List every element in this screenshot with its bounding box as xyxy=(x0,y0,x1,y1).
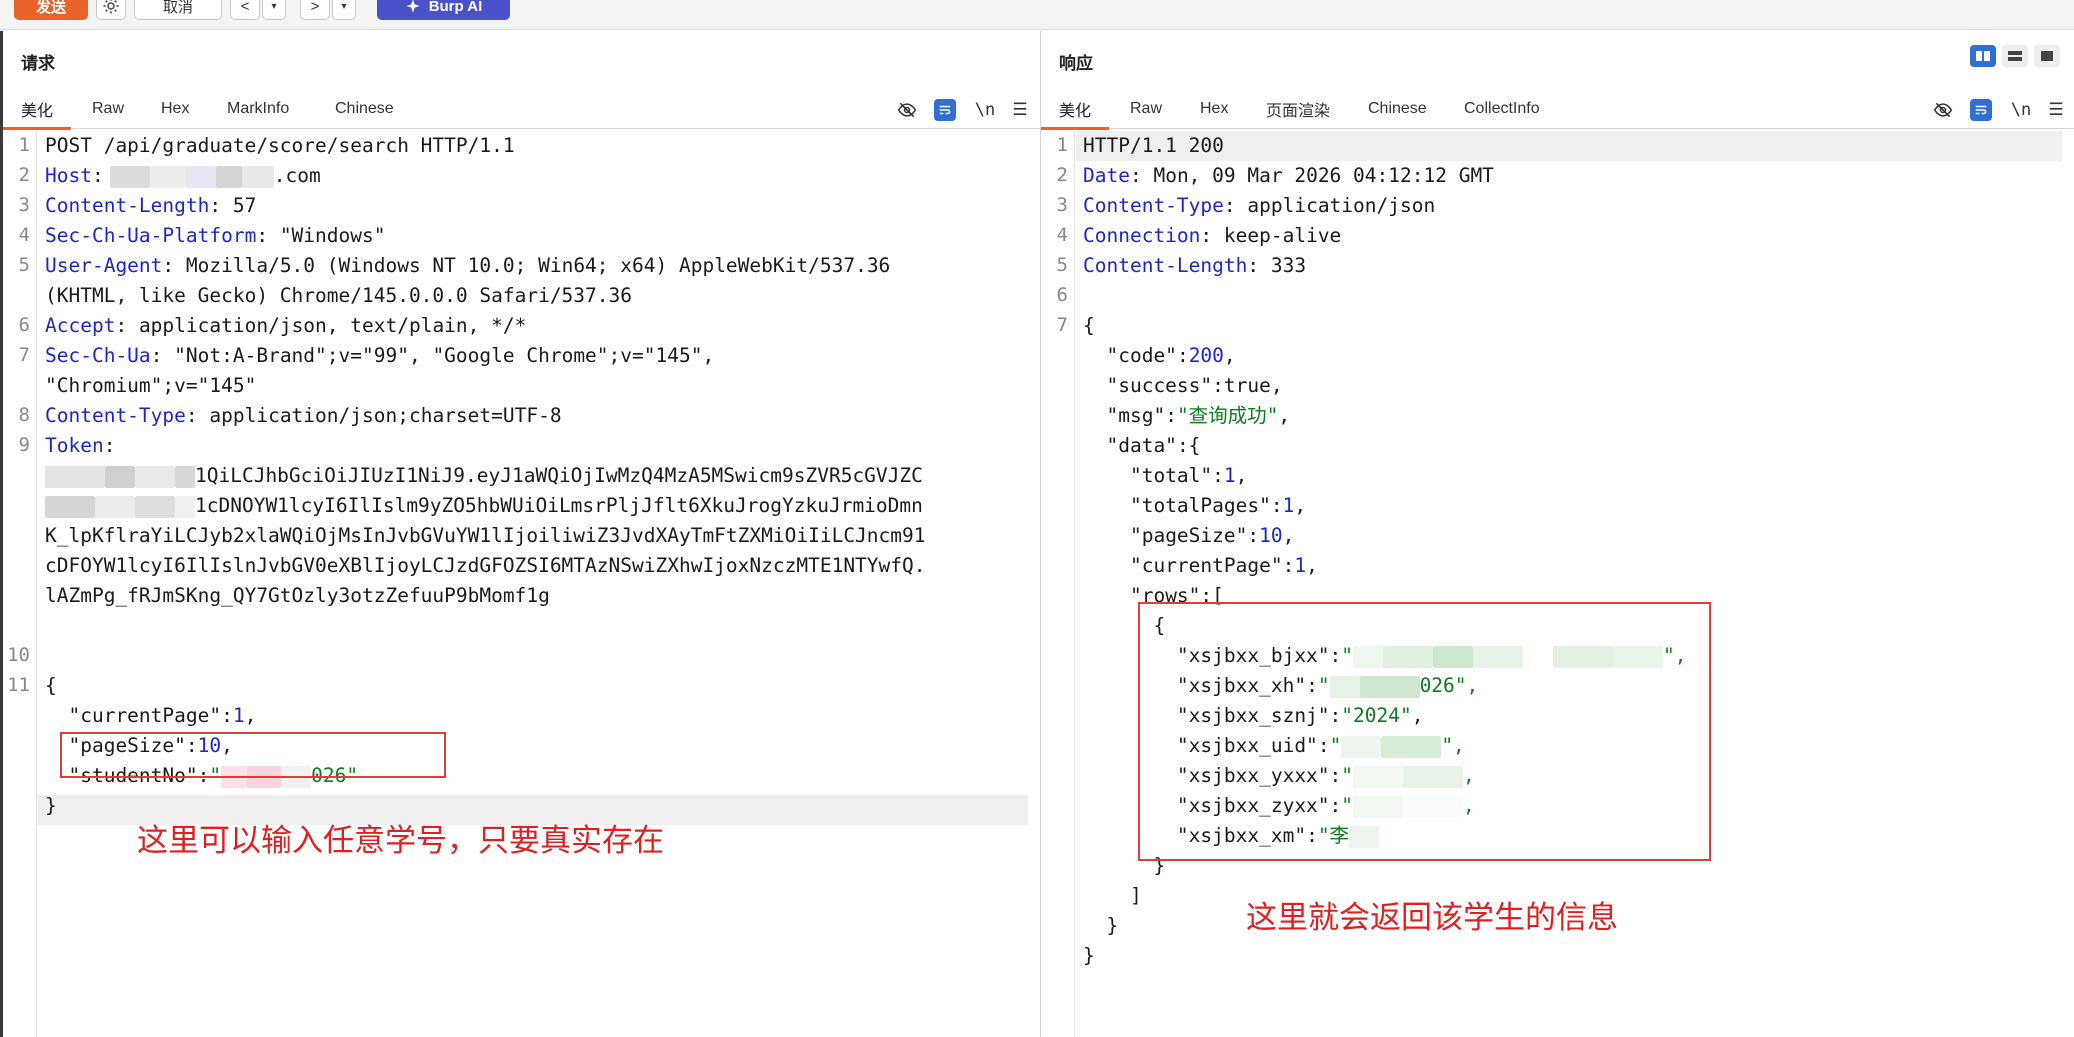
body-line: { xyxy=(45,674,57,697)
header-line: Content-Type: application/json;charset=U… xyxy=(45,404,562,427)
menu-icon[interactable]: ☰ xyxy=(1010,99,1030,121)
gear-icon xyxy=(103,0,119,14)
header-line-continued: "Chromium";v="145" xyxy=(45,374,257,397)
request-editor[interactable]: 1 2 3 4 5 6 7 8 9 10 11 POST /api/gradua… xyxy=(3,131,1040,1037)
newline-icon[interactable]: \n xyxy=(974,99,996,121)
request-panel: 请求 美化 Raw Hex MarkInfo Chinese \n ☰ 1 2 … xyxy=(0,31,1040,1037)
body-line: } xyxy=(45,794,57,817)
json-line: ] xyxy=(1129,884,1142,907)
json-line: "currentPage":1, xyxy=(1129,554,1318,577)
header-line: Connection: keep-alive xyxy=(1083,224,1342,247)
json-line: "code":200, xyxy=(1106,344,1236,367)
response-tab-collectinfo[interactable]: CollectInfo xyxy=(1464,89,1540,129)
response-annotation: 这里就会返回该学生的信息 xyxy=(1246,900,1618,936)
header-line: User-Agent: Mozilla/5.0 (Windows NT 10.0… xyxy=(45,254,891,277)
header-line: Content-Length: 333 xyxy=(1083,254,1307,277)
response-tab-pretty[interactable]: 美化 xyxy=(1040,89,1110,130)
header-line: Sec-Ch-Ua-Platform: "Windows" xyxy=(45,224,386,247)
student-no-highlight-box xyxy=(60,732,446,778)
layout-stacked-button[interactable] xyxy=(2002,45,2028,67)
header-line: Date: Mon, 09 Mar 2026 04:12:12 GMT xyxy=(1083,164,1494,187)
rows-icon xyxy=(2008,51,2022,61)
current-line-highlight xyxy=(1076,131,2062,161)
hide-icon[interactable] xyxy=(896,99,918,121)
newline-icon[interactable]: \n xyxy=(2010,99,2032,121)
response-panel: 响应 美化 Raw Hex 页面渲染 Chinese CollectInfo \… xyxy=(1040,31,2074,1037)
cancel-button[interactable]: 取消 xyxy=(134,0,222,20)
header-line: Content-Type: application/json xyxy=(1083,194,1436,217)
token-line: 1QiLCJhbGciOiJIUzI1NiJ9.eyJ1aWQiOjIwMzQ4… xyxy=(45,461,923,491)
header-line: Content-Length: 57 xyxy=(45,194,257,217)
wrap-lines-icon[interactable] xyxy=(1970,99,1992,121)
response-tab-chinese[interactable]: Chinese xyxy=(1368,89,1427,129)
settings-button[interactable] xyxy=(96,0,126,20)
token-line: lAZmPg_fRJmSKng_QY7GtOzly3otzZefuuP9bMom… xyxy=(45,584,550,607)
token-line: K_lpKflraYiLCJyb2xlaWQiOjMsInJvbGVuYW1lI… xyxy=(45,524,926,547)
response-tab-raw[interactable]: Raw xyxy=(1130,89,1162,129)
header-line: Sec-Ch-Ua: "Not:A-Brand";v="99", "Google… xyxy=(45,344,715,367)
json-line: "pageSize":10, xyxy=(1129,524,1295,547)
json-line: "data":{ xyxy=(1106,434,1201,457)
response-title: 响应 xyxy=(1059,54,1093,73)
json-line: "msg":"查询成功", xyxy=(1106,404,1291,427)
request-tab-hex[interactable]: Hex xyxy=(161,89,189,129)
sparkle-icon xyxy=(406,0,420,13)
layout-tabs-button[interactable] xyxy=(2034,45,2060,67)
header-line: Host: .com xyxy=(45,164,321,188)
request-tabs: 美化 Raw Hex MarkInfo Chinese \n ☰ xyxy=(2,89,1040,130)
student-info-highlight-box xyxy=(1138,602,1711,861)
header-line-continued: (KHTML, like Gecko) Chrome/145.0.0.0 Saf… xyxy=(45,284,632,307)
request-gutter: 1 2 3 4 5 6 7 8 9 10 11 xyxy=(3,131,37,1037)
token-line: 1cDNOYW1lcyI6IlIslm9yZO5hbWUiOiLmsrPljJf… xyxy=(45,491,923,521)
chevron-right-icon: > xyxy=(310,0,320,15)
response-gutter: 1 2 3 4 5 6 7 xyxy=(1041,131,1075,1037)
chevron-down-icon: ▾ xyxy=(341,0,347,12)
back-button[interactable]: < xyxy=(230,0,260,20)
json-line: { xyxy=(1083,314,1095,337)
send-button[interactable]: 发送 xyxy=(14,0,88,20)
token-line: cDFOYW1lcyI6IlIslnJvbGV0eXBlIjoyLCJzdGFO… xyxy=(45,554,926,577)
header-line: Token: xyxy=(45,434,116,457)
body-line: "currentPage":1, xyxy=(68,704,257,727)
json-line: } xyxy=(1106,914,1119,937)
json-line: "success":true, xyxy=(1106,374,1283,397)
back-history-button[interactable]: ▾ xyxy=(262,0,286,20)
layout-switch xyxy=(1970,45,2060,67)
request-tab-markinfo[interactable]: MarkInfo xyxy=(227,89,289,129)
request-line: POST /api/graduate/score/search HTTP/1.1 xyxy=(45,134,515,157)
json-line: "totalPages":1, xyxy=(1129,494,1307,517)
response-tab-render[interactable]: 页面渲染 xyxy=(1266,89,1330,129)
json-line: } xyxy=(1083,944,1095,967)
chevron-left-icon: < xyxy=(240,0,250,15)
json-line: "total":1, xyxy=(1129,464,1248,487)
response-tabs: 美化 Raw Hex 页面渲染 Chinese CollectInfo \n ☰ xyxy=(1040,89,2074,130)
status-line: HTTP/1.1 200 xyxy=(1083,134,1224,157)
request-tab-chinese[interactable]: Chinese xyxy=(335,89,394,129)
request-tab-raw[interactable]: Raw xyxy=(92,89,124,129)
burp-ai-button[interactable]: Burp AI xyxy=(377,0,510,20)
forward-button[interactable]: > xyxy=(300,0,330,20)
request-title: 请求 xyxy=(21,54,55,73)
top-toolbar: 发送 取消 < ▾ > ▾ Burp AI xyxy=(0,0,2074,30)
columns-icon xyxy=(1976,51,1990,61)
wrap-lines-icon[interactable] xyxy=(934,99,956,121)
response-tab-hex[interactable]: Hex xyxy=(1200,89,1228,129)
layout-side-by-side-button[interactable] xyxy=(1970,45,1996,67)
header-line: Accept: application/json, text/plain, */… xyxy=(45,314,527,337)
forward-history-button[interactable]: ▾ xyxy=(332,0,356,20)
hide-icon[interactable] xyxy=(1932,99,1954,121)
request-annotation: 这里可以输入任意学号，只要真实存在 xyxy=(137,823,664,859)
menu-icon[interactable]: ☰ xyxy=(2046,99,2066,121)
request-tab-pretty[interactable]: 美化 xyxy=(2,89,72,130)
chevron-down-icon: ▾ xyxy=(271,0,277,12)
square-icon xyxy=(2041,51,2053,61)
